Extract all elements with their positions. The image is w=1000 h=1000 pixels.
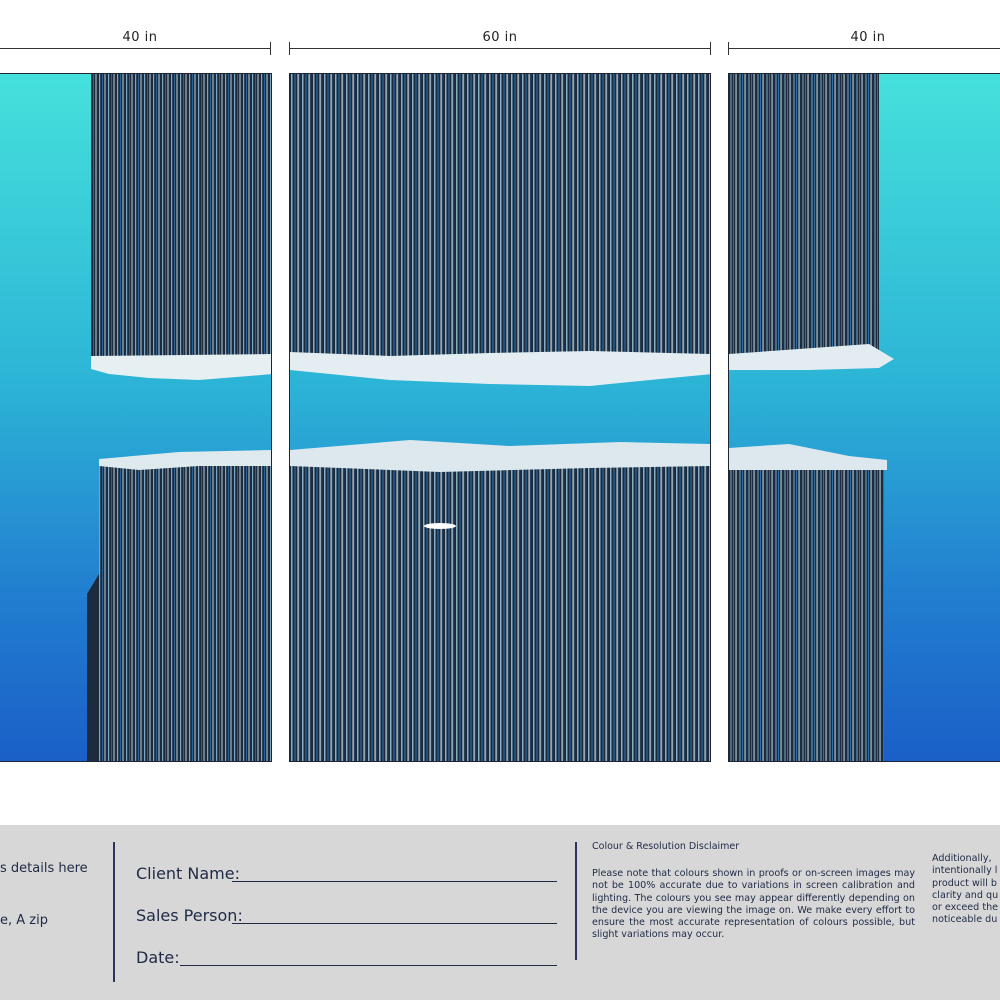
dimension-left-label: 40 in <box>122 30 158 45</box>
additional-disclaimer-line: Additionally, <box>932 853 992 864</box>
date-field[interactable] <box>180 965 557 966</box>
footer-divider-1 <box>113 842 115 982</box>
footer-divider-2 <box>575 842 577 960</box>
disclaimer-body: Please note that colours shown in proofs… <box>592 868 915 941</box>
client-name-field[interactable] <box>232 881 557 882</box>
additional-disclaimer: Additionally, intentionally l product wi… <box>932 853 1000 927</box>
contact-details-text: s details here <box>0 861 88 876</box>
additional-disclaimer-line: clarity and qu <box>932 889 999 901</box>
sales-person-label: Sales Person: <box>136 906 243 925</box>
crystal-photo-left <box>87 74 271 761</box>
sales-person-field[interactable] <box>232 923 557 924</box>
disclaimer-title: Colour & Resolution Disclaimer <box>592 841 740 852</box>
additional-disclaimer-line: noticeable du <box>932 914 998 926</box>
crystal-photo-center <box>290 74 710 761</box>
additional-disclaimer-line: intentionally l <box>932 865 998 877</box>
date-label: Date: <box>136 948 180 967</box>
panel-left <box>0 73 272 762</box>
crystal-photo-right <box>729 74 894 761</box>
dimension-center-label: 60 in <box>482 30 518 45</box>
client-name-label: Client Name: <box>136 864 240 883</box>
panel-center <box>289 73 711 762</box>
dimension-left: 40 in <box>0 30 271 60</box>
additional-disclaimer-line: product will b <box>932 877 997 889</box>
dimension-right: 40 in <box>728 30 1000 60</box>
panel-right <box>728 73 1000 762</box>
contact-address-text: e, A zip <box>0 913 48 928</box>
additional-disclaimer-line: or exceed the <box>932 902 999 914</box>
dimension-center: 60 in <box>289 30 711 60</box>
dimension-right-label: 40 in <box>850 30 886 45</box>
